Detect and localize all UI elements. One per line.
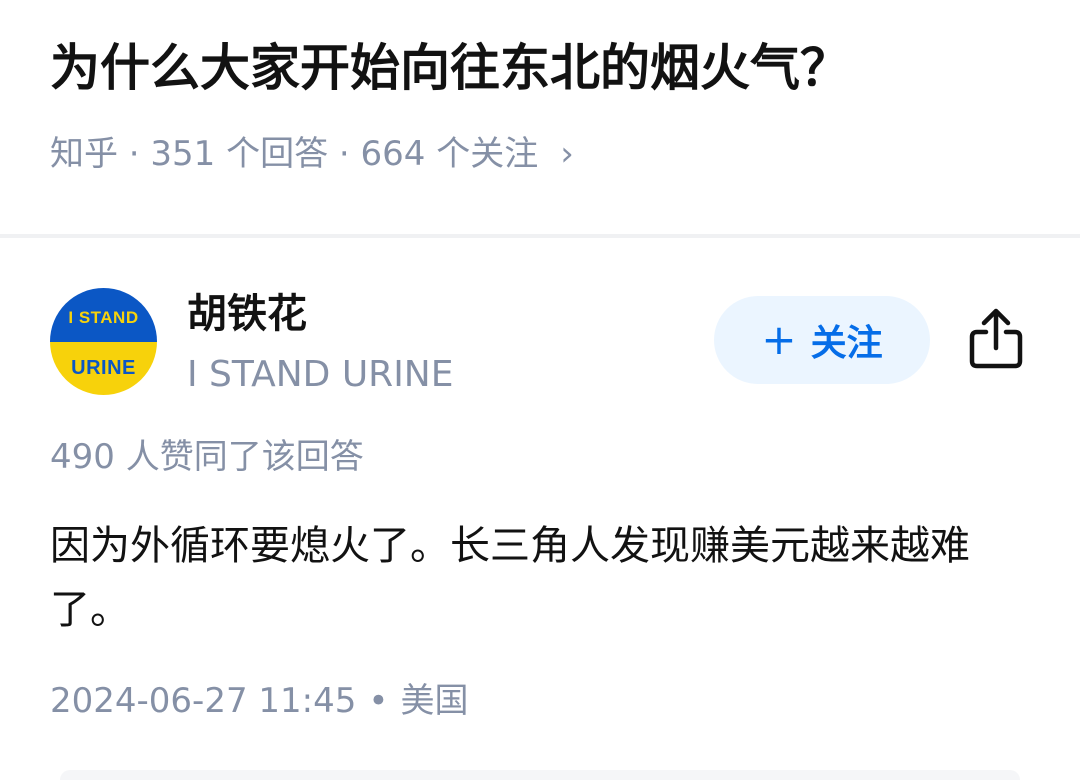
answer-location: 美国 (400, 681, 469, 721)
answer-meta: 2024-06-27 11:45 • 美国 (50, 678, 468, 724)
answer-page: 为什么大家开始向往东北的烟火气？ 知乎 · 351 个回答 · 664 个关注 ›… (0, 0, 1080, 780)
next-card-edge (60, 770, 1020, 780)
follow-label: 关注 (810, 323, 883, 364)
answer-content[interactable]: 因为外循环要熄火了。长三角人发现赚美元越来越难了。 (50, 514, 1030, 642)
share-button[interactable] (966, 306, 1026, 372)
chevron-right-icon: › (560, 134, 574, 174)
follow-button[interactable]: + 关注 (714, 296, 930, 384)
avatar-text-bottom: URINE (71, 357, 136, 379)
share-icon (969, 308, 1023, 369)
author-avatar[interactable]: I STAND URINE (50, 288, 157, 395)
question-meta-link[interactable]: 知乎 · 351 个回答 · 664 个关注 › (50, 130, 574, 178)
answer-timestamp: 2024-06-27 11:45 (50, 681, 357, 721)
author-headline: I STAND URINE (187, 354, 454, 395)
section-divider (0, 234, 1080, 238)
author-name[interactable]: 胡铁花 (187, 288, 307, 340)
plus-icon: + (761, 315, 797, 364)
vote-count: 490 人赞同了该回答 (50, 437, 364, 477)
question-title[interactable]: 为什么大家开始向往东北的烟火气？ (50, 36, 850, 100)
question-meta-text: 知乎 · 351 个回答 · 664 个关注 (50, 134, 539, 174)
meta-separator: • (368, 681, 389, 721)
avatar-text-top: I STAND (68, 308, 139, 327)
